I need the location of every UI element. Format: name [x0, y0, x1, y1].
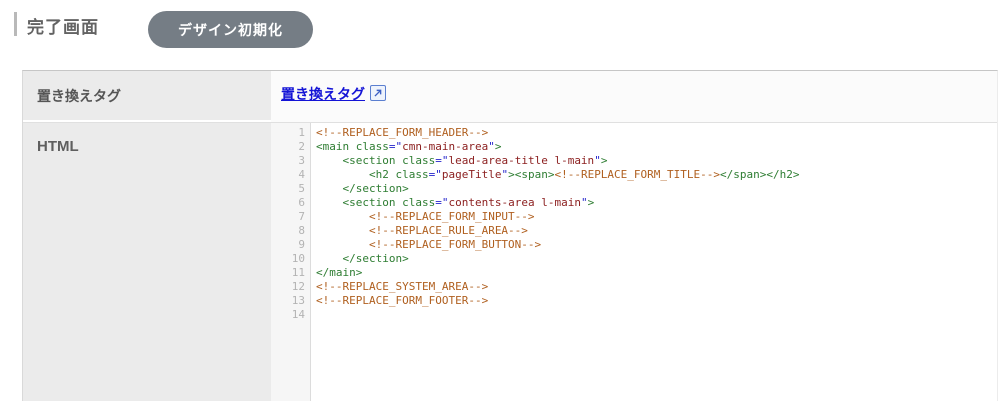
replace-tag-link[interactable]: 置き換えタグ — [281, 86, 365, 102]
table-row-html: HTML 1234567891011121314 <!--REPLACE_FOR… — [23, 123, 997, 401]
line-number: 1 — [271, 126, 305, 140]
code-line: <!--REPLACE_RULE_AREA--> — [316, 224, 997, 238]
line-number: 9 — [271, 238, 305, 252]
line-number: 6 — [271, 196, 305, 210]
line-number: 4 — [271, 168, 305, 182]
page-header: 完了画面 デザイン初期化 — [0, 0, 1000, 70]
code-editor[interactable]: 1234567891011121314 <!--REPLACE_FORM_HEA… — [271, 123, 997, 401]
code-line: </section> — [316, 182, 997, 196]
code-line: <h2 class="pageTitle"><span><!--REPLACE_… — [316, 168, 997, 182]
replace-tag-row-label: 置き換えタグ — [23, 71, 271, 122]
line-number: 11 — [271, 266, 305, 280]
code-line: <section class="contents-area l-main"> — [316, 196, 997, 210]
line-number: 5 — [271, 182, 305, 196]
line-number: 13 — [271, 294, 305, 308]
line-number: 8 — [271, 224, 305, 238]
code-pane: <!--REPLACE_FORM_HEADER--><main class="c… — [311, 123, 997, 401]
replace-tag-row-content: 置き換えタグ — [271, 71, 997, 122]
line-number: 10 — [271, 252, 305, 266]
code-line — [316, 308, 997, 322]
line-number: 7 — [271, 210, 305, 224]
code-line: </main> — [316, 266, 997, 280]
code-line: <section class="lead-area-title l-main"> — [316, 154, 997, 168]
code-line: <!--REPLACE_SYSTEM_AREA--> — [316, 280, 997, 294]
code-line: </section> — [316, 252, 997, 266]
code-line: <!--REPLACE_FORM_FOOTER--> — [316, 294, 997, 308]
line-number-gutter: 1234567891011121314 — [271, 123, 311, 401]
line-number: 2 — [271, 140, 305, 154]
code-line: <!--REPLACE_FORM_INPUT--> — [316, 210, 997, 224]
code-line: <!--REPLACE_FORM_HEADER--> — [316, 126, 997, 140]
design-reset-button[interactable]: デザイン初期化 — [148, 11, 313, 48]
line-number: 14 — [271, 308, 305, 322]
code-line: <!--REPLACE_FORM_BUTTON--> — [316, 238, 997, 252]
settings-table: 置き換えタグ 置き換えタグ HTML 1234567891011121314 <… — [22, 70, 998, 401]
page-title: 完了画面 — [27, 13, 99, 38]
line-number: 12 — [271, 280, 305, 294]
title-accent-bar — [14, 12, 17, 36]
code-line: <main class="cmn-main-area"> — [316, 140, 997, 154]
table-row-replace-tag: 置き換えタグ 置き換えタグ — [23, 71, 997, 123]
external-link-icon — [370, 85, 386, 101]
html-row-label: HTML — [23, 123, 271, 401]
html-row-content: 1234567891011121314 <!--REPLACE_FORM_HEA… — [271, 123, 997, 401]
line-number: 3 — [271, 154, 305, 168]
